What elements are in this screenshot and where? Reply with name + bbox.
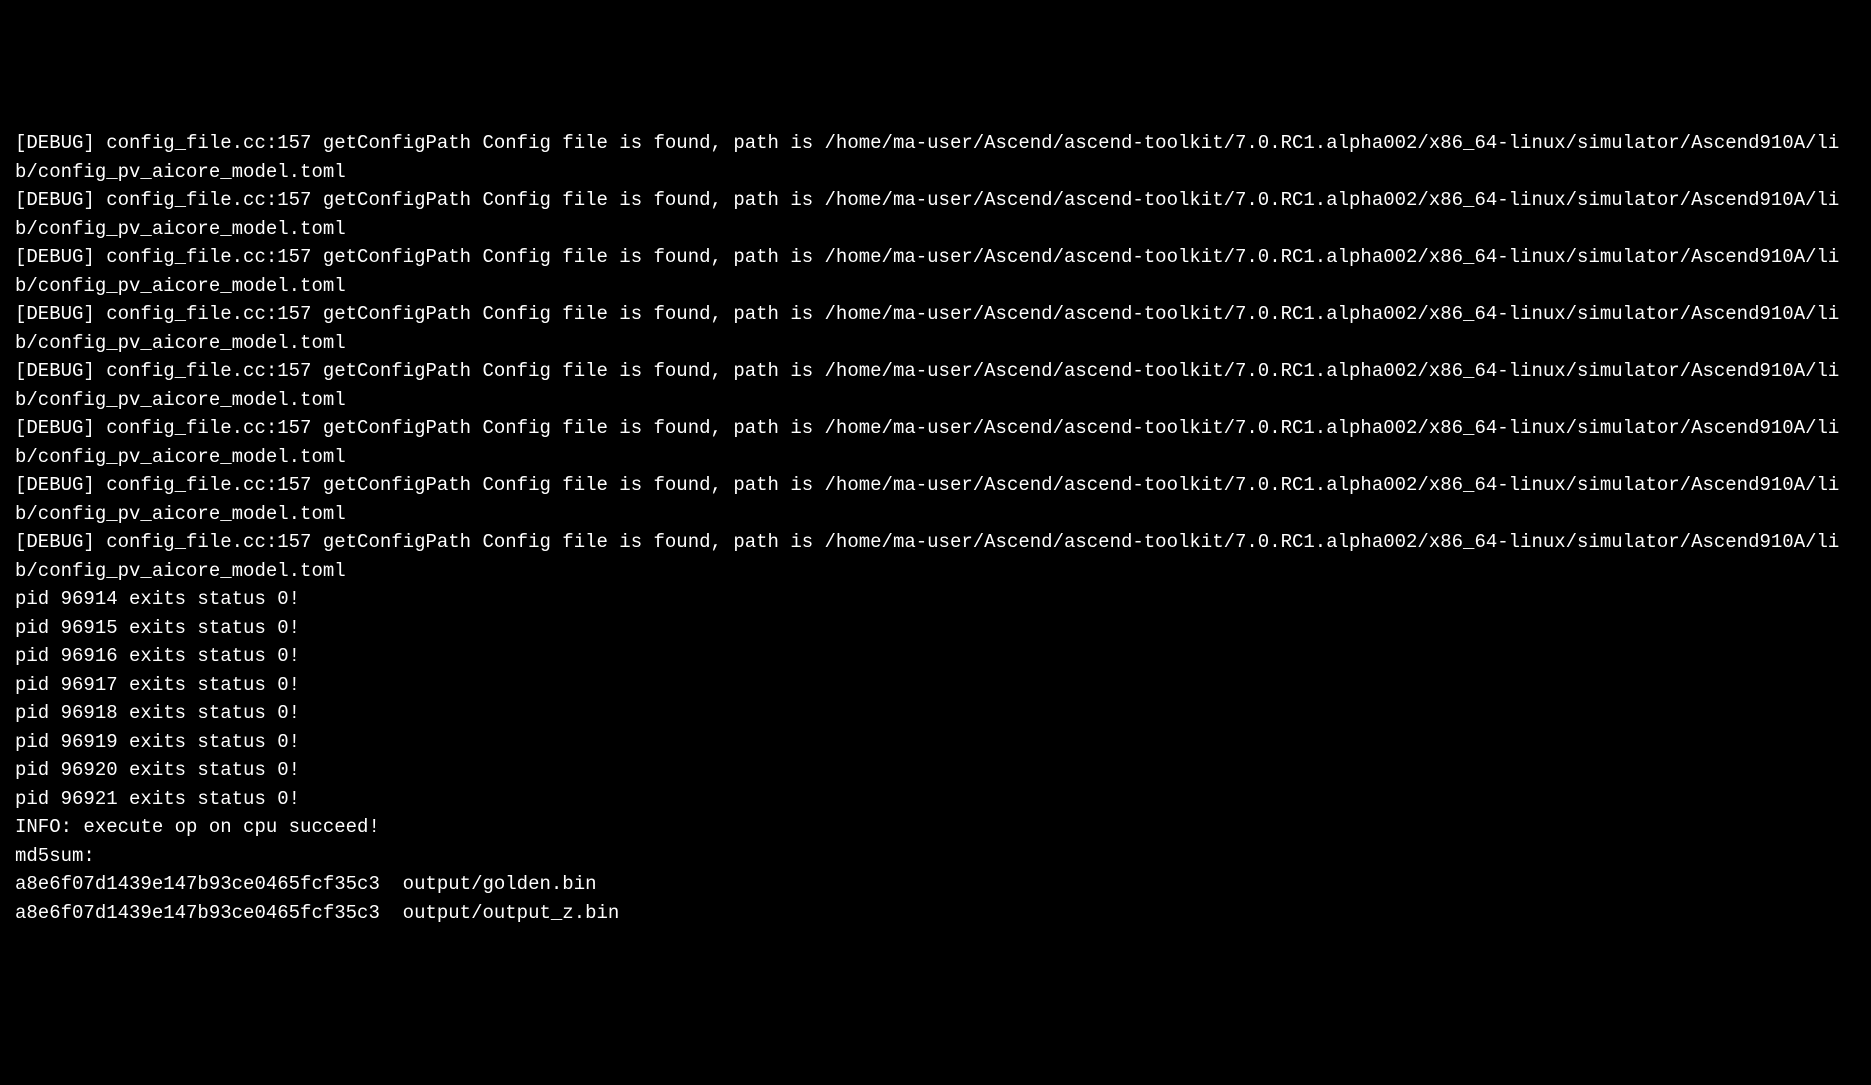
pid-exit-line: pid 96920 exits status 0! — [15, 756, 1856, 785]
info-line: INFO: execute op on cpu succeed! — [15, 813, 1856, 842]
debug-line: [DEBUG] config_file.cc:157 getConfigPath… — [15, 300, 1856, 357]
md5-line: a8e6f07d1439e147b93ce0465fcf35c3 output/… — [15, 899, 1856, 928]
debug-line: [DEBUG] config_file.cc:157 getConfigPath… — [15, 357, 1856, 414]
debug-line: [DEBUG] config_file.cc:157 getConfigPath… — [15, 414, 1856, 471]
debug-line: [DEBUG] config_file.cc:157 getConfigPath… — [15, 129, 1856, 186]
debug-line: [DEBUG] config_file.cc:157 getConfigPath… — [15, 186, 1856, 243]
pid-exit-line: pid 96914 exits status 0! — [15, 585, 1856, 614]
pid-exit-line: pid 96921 exits status 0! — [15, 785, 1856, 814]
pid-exit-line: pid 96916 exits status 0! — [15, 642, 1856, 671]
pid-exit-line: pid 96919 exits status 0! — [15, 728, 1856, 757]
md5sum-label: md5sum: — [15, 842, 1856, 871]
pid-exit-line: pid 96915 exits status 0! — [15, 614, 1856, 643]
md5-line: a8e6f07d1439e147b93ce0465fcf35c3 output/… — [15, 870, 1856, 899]
debug-line: [DEBUG] config_file.cc:157 getConfigPath… — [15, 471, 1856, 528]
pid-exit-line: pid 96918 exits status 0! — [15, 699, 1856, 728]
debug-line: [DEBUG] config_file.cc:157 getConfigPath… — [15, 528, 1856, 585]
debug-line: [DEBUG] config_file.cc:157 getConfigPath… — [15, 243, 1856, 300]
terminal-output[interactable]: [DEBUG] config_file.cc:157 getConfigPath… — [15, 129, 1856, 927]
pid-exit-line: pid 96917 exits status 0! — [15, 671, 1856, 700]
